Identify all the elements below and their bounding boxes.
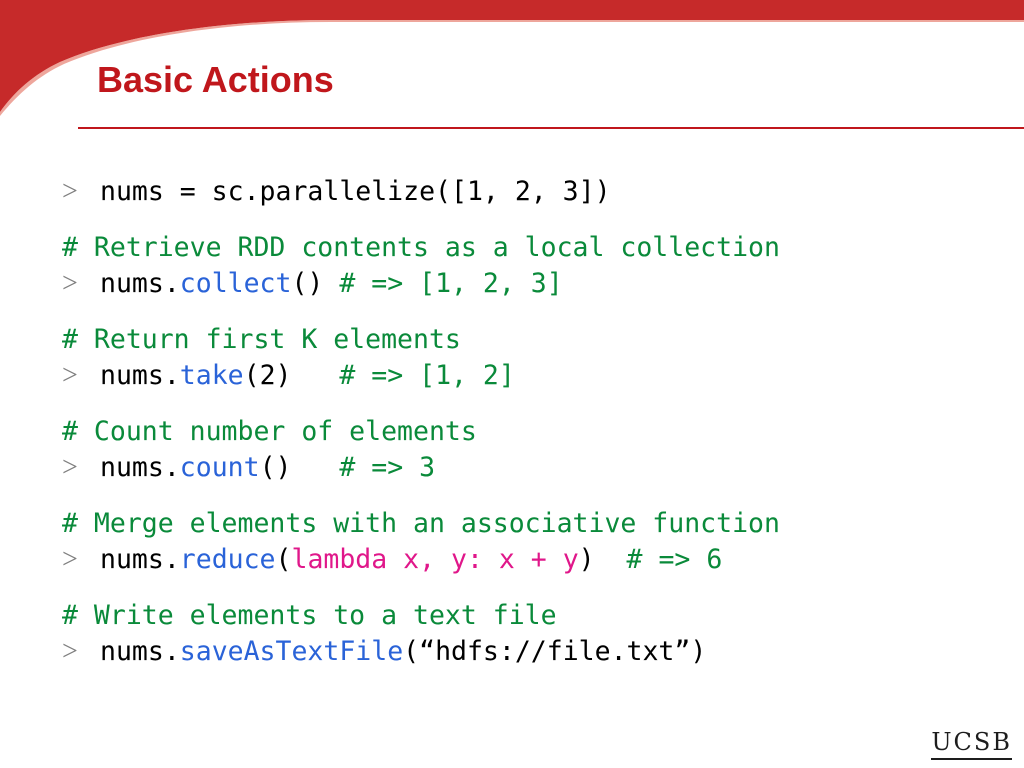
prompt-symbol: > bbox=[62, 268, 78, 299]
code-segment: (“hdfs://file.txt”) bbox=[403, 636, 707, 667]
comment-line: # Merge elements with an associative fun… bbox=[62, 508, 780, 539]
parens: () bbox=[291, 268, 324, 299]
code-segment: nums. bbox=[100, 636, 180, 667]
prompt-symbol: > bbox=[62, 544, 78, 575]
code-line: > nums.count() # => 3 bbox=[62, 450, 1012, 486]
code-segment: nums. bbox=[100, 360, 180, 391]
prompt-symbol: > bbox=[62, 636, 78, 667]
code-line: > nums.saveAsTextFile(“hdfs://file.txt”) bbox=[62, 634, 1012, 670]
slide: Basic Actions > nums = sc.parallelize([1,… bbox=[0, 0, 1024, 768]
code-block-save: # Write elements to a text file > nums.sa… bbox=[62, 598, 1012, 670]
prompt-symbol: > bbox=[62, 360, 78, 391]
logo-text: UCSB bbox=[931, 728, 1012, 756]
prompt-symbol: > bbox=[62, 176, 78, 207]
comment-line: # Count number of elements bbox=[62, 416, 477, 447]
code-segment: (2) bbox=[243, 360, 292, 391]
method-name: saveAsTextFile bbox=[179, 636, 404, 667]
slide-title: Basic Actions bbox=[97, 59, 334, 100]
code-segment: ( bbox=[275, 544, 292, 575]
code-line: > nums.reduce(lambda x, y: x + y) # => 6 bbox=[62, 542, 1012, 578]
prompt-symbol: > bbox=[62, 452, 78, 483]
code-block-parallelize: > nums = sc.parallelize([1, 2, 3]) bbox=[62, 174, 1012, 210]
code-line: > nums.collect() # => [1, 2, 3] bbox=[62, 266, 1012, 302]
code-segment: () bbox=[259, 452, 292, 483]
title-divider bbox=[78, 127, 1024, 129]
code-line: > nums = sc.parallelize([1, 2, 3]) bbox=[62, 174, 1012, 210]
code-line: > nums.take(2) # => [1, 2] bbox=[62, 358, 1012, 394]
comment-line: # Retrieve RDD contents as a local colle… bbox=[62, 232, 780, 263]
comment-line: # Write elements to a text file bbox=[62, 600, 557, 631]
method-name: take bbox=[179, 360, 244, 391]
method-name: collect bbox=[179, 268, 292, 299]
comment-line: # Return first K elements bbox=[62, 324, 461, 355]
code-listing: > nums = sc.parallelize([1, 2, 3]) # Retr… bbox=[62, 174, 1012, 690]
logo-underline bbox=[931, 758, 1012, 760]
code-block-take: # Return first K elements > nums.take(2) … bbox=[62, 322, 1012, 394]
method-name: reduce bbox=[179, 544, 276, 575]
code-block-collect: # Retrieve RDD contents as a local colle… bbox=[62, 230, 1012, 302]
code-segment: nums. bbox=[100, 268, 180, 299]
code-segment: nums. bbox=[100, 544, 180, 575]
code-block-count: # Count number of elements > nums.count()… bbox=[62, 414, 1012, 486]
code-block-reduce: # Merge elements with an associative fun… bbox=[62, 506, 1012, 578]
result-comment: # => 6 bbox=[594, 544, 723, 575]
code-segment: nums = sc.parallelize([1, 2, 3]) bbox=[100, 176, 611, 207]
result-comment: # => 3 bbox=[291, 452, 436, 483]
method-name: count bbox=[179, 452, 260, 483]
code-segment: nums. bbox=[100, 452, 180, 483]
result-comment: # => [1, 2] bbox=[291, 360, 515, 391]
result-comment: # => [1, 2, 3] bbox=[323, 268, 563, 299]
ucsb-logo-icon: UCSB bbox=[931, 730, 1012, 760]
code-segment: ) bbox=[578, 544, 595, 575]
code-segment-with-comment: () # => [1, 2, 3] bbox=[291, 268, 562, 299]
lambda-expression: lambda x, y: x + y bbox=[291, 544, 579, 575]
